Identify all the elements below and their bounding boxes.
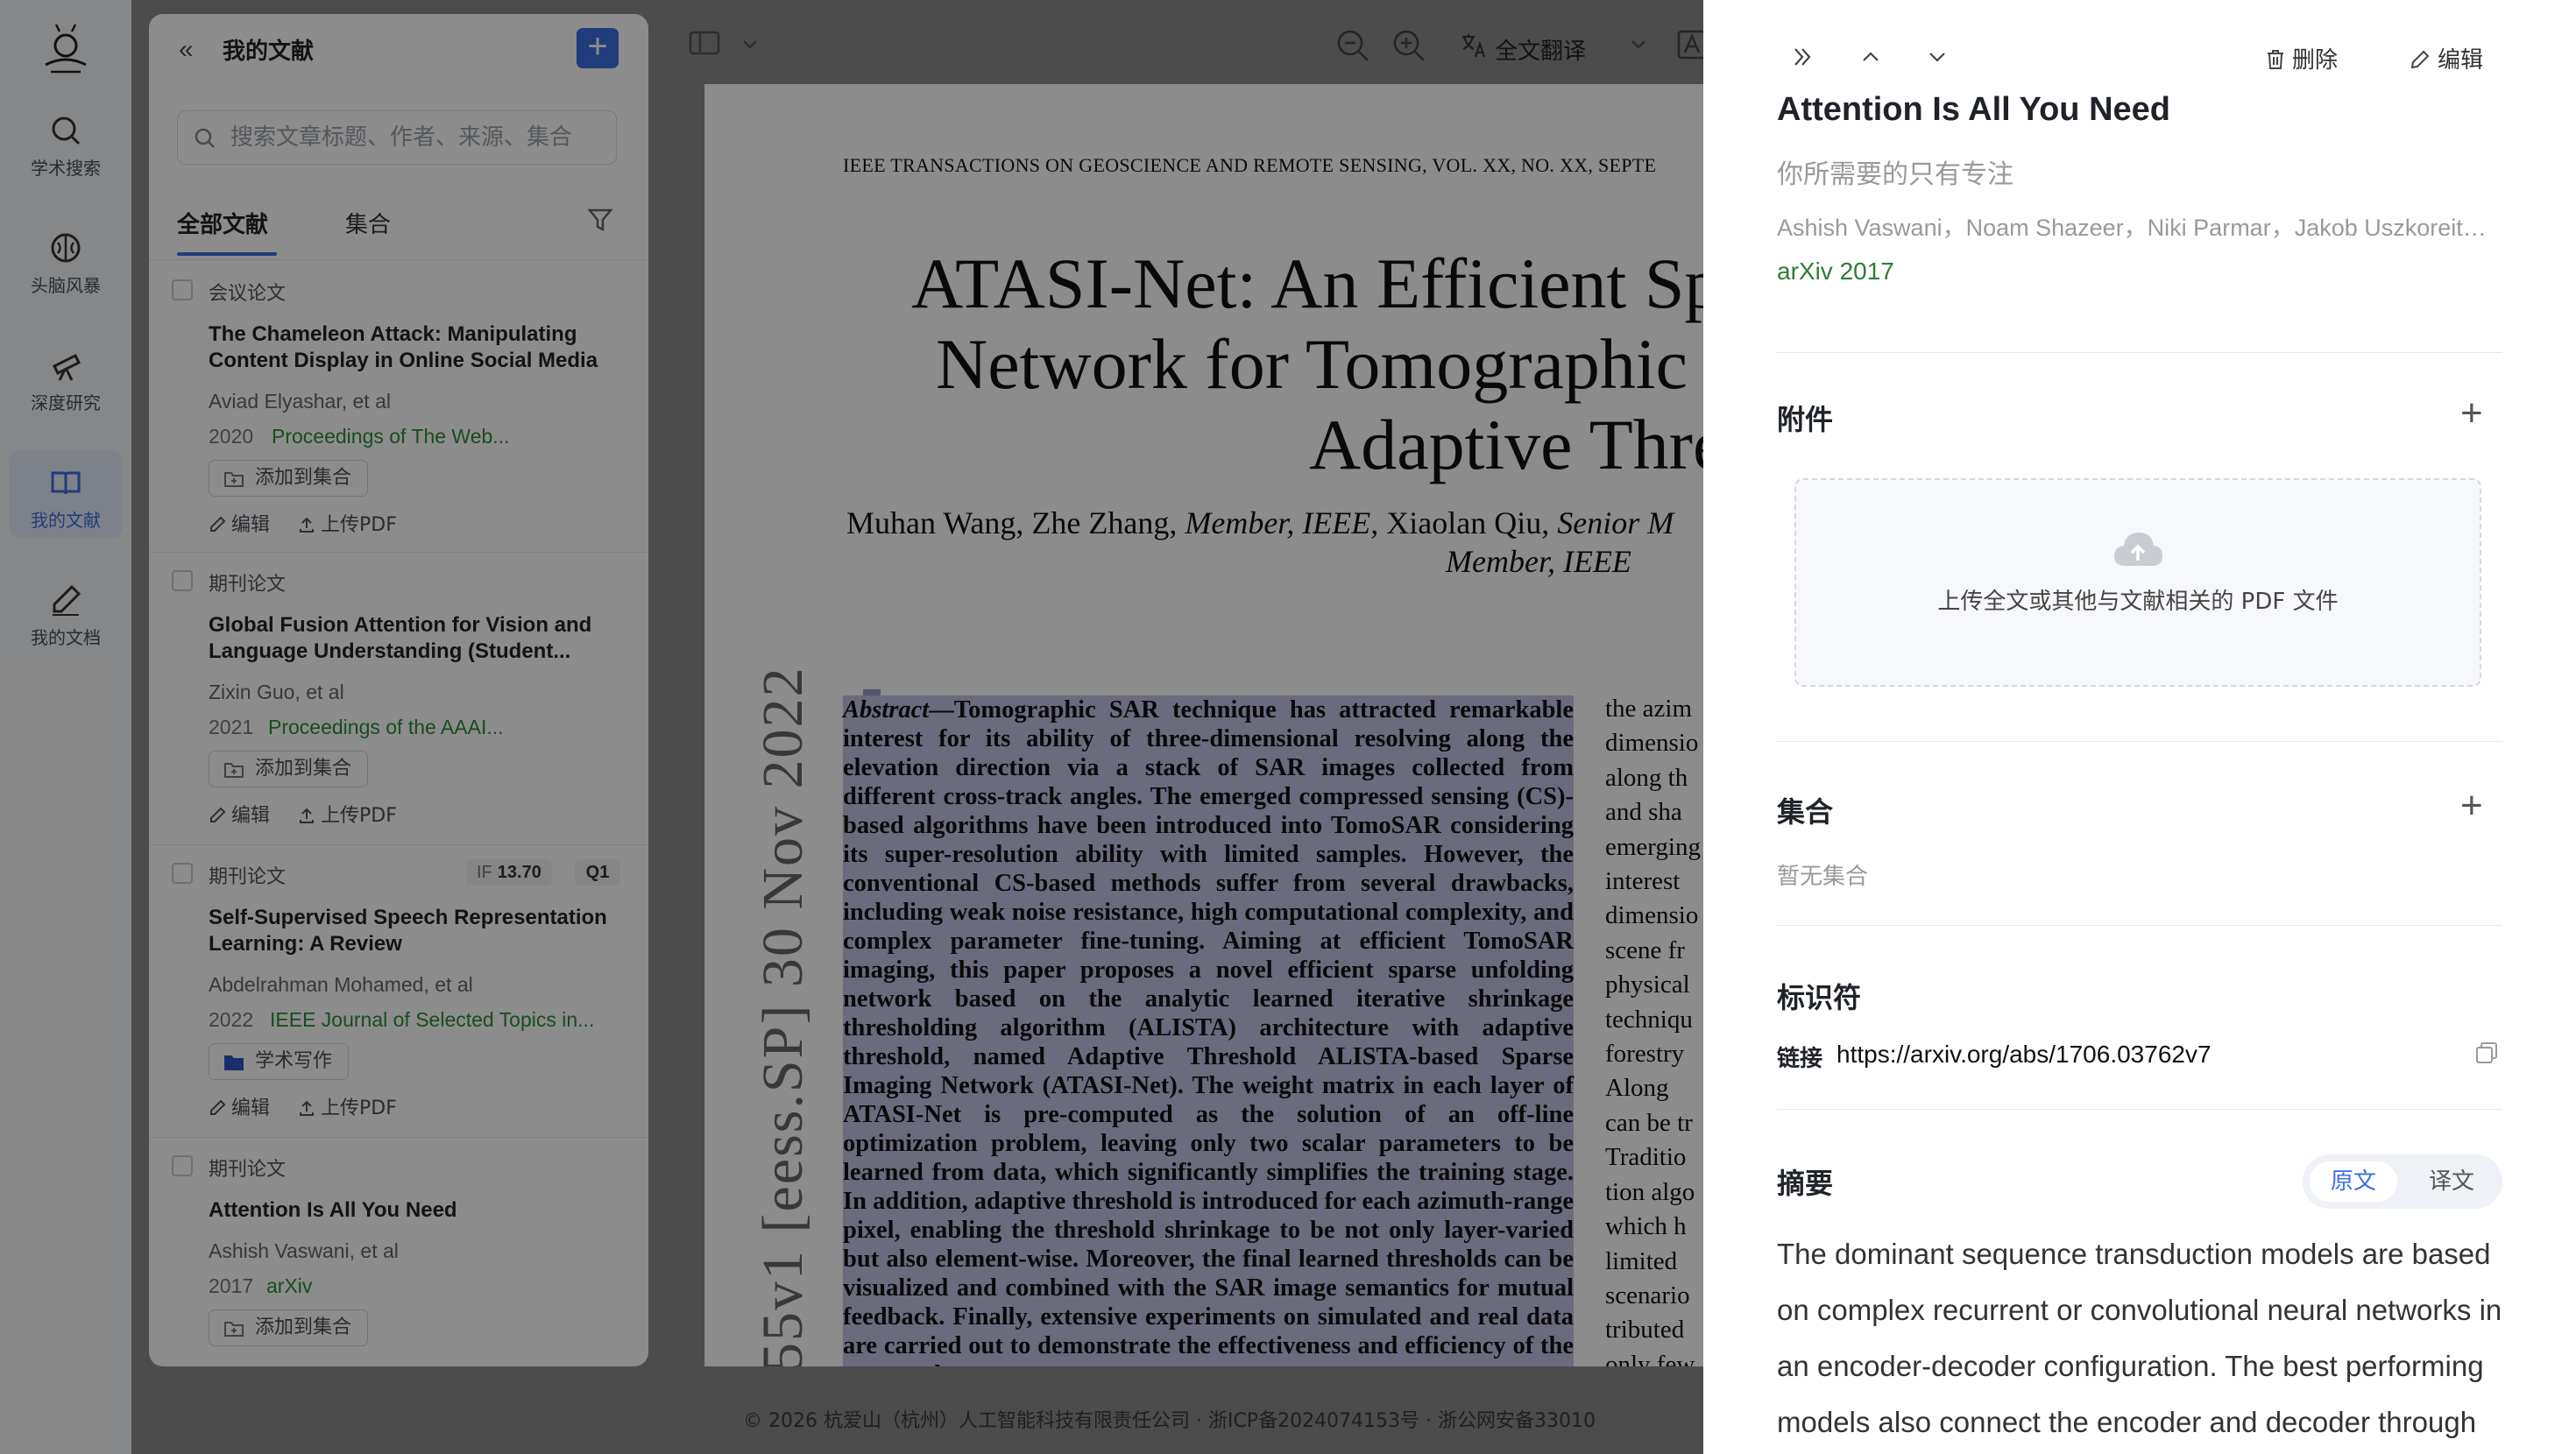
paper-title: Attention Is All You Need [1777,91,2170,128]
toggle-translation[interactable]: 译文 [2408,1161,2495,1202]
upload-hint: 上传全文或其他与文献相关的 PDF 文件 [1937,589,2339,615]
toggle-original[interactable]: 原文 [2310,1161,2397,1202]
paper-venue[interactable]: arXiv 2017 [1777,258,1894,286]
divider [1777,741,2502,742]
edit-label: 编辑 [2438,47,2484,74]
translated-title: 你所需要的只有专注 [1777,159,2013,190]
cloud-upload-icon [2113,533,2162,566]
attachments-heading: 附件 [1777,403,1834,436]
pdf-upload-dropzone[interactable]: 上传全文或其他与文献相关的 PDF 文件 [1794,478,2481,687]
paper-authors: Ashish Vaswani，Noam Shazeer，Niki Parmar，… [1777,215,2495,241]
identifier-heading: 标识符 [1777,981,1862,1014]
double-chevron-right-icon[interactable] [1791,46,1814,68]
delete-label: 删除 [2292,47,2339,74]
edit-button[interactable]: 编辑 [2410,42,2483,74]
divider [1777,352,2502,353]
link-value[interactable]: https://arxiv.org/abs/1706.03762v7 [1836,1041,2212,1069]
collections-empty-text: 暂无集合 [1777,864,1869,890]
divider [1777,925,2502,926]
chevron-up-icon[interactable] [1859,46,1882,68]
abstract-language-toggle: 原文 译文 [2303,1154,2502,1209]
abstract-text: The dominant sequence transduction model… [1777,1238,2502,1438]
delete-button[interactable]: 删除 [2266,42,2338,74]
divider [1777,1109,2502,1110]
copy-icon[interactable] [2474,1041,2499,1065]
abstract-heading: 摘要 [1777,1167,1834,1200]
collections-heading: 集合 [1777,795,1834,829]
chevron-down-icon[interactable] [1926,46,1949,68]
add-collection-button[interactable]: + [2460,787,2483,825]
modal-backdrop[interactable] [0,0,1703,1454]
link-label: 链接 [1777,1046,1823,1072]
add-attachment-button[interactable]: + [2460,394,2483,433]
trash-icon [2268,50,2283,69]
pencil-icon [2410,50,2430,69]
paper-detail-drawer: 删除 编辑 Attention Is All You Need 你所需要的只有专… [1703,0,2576,1454]
